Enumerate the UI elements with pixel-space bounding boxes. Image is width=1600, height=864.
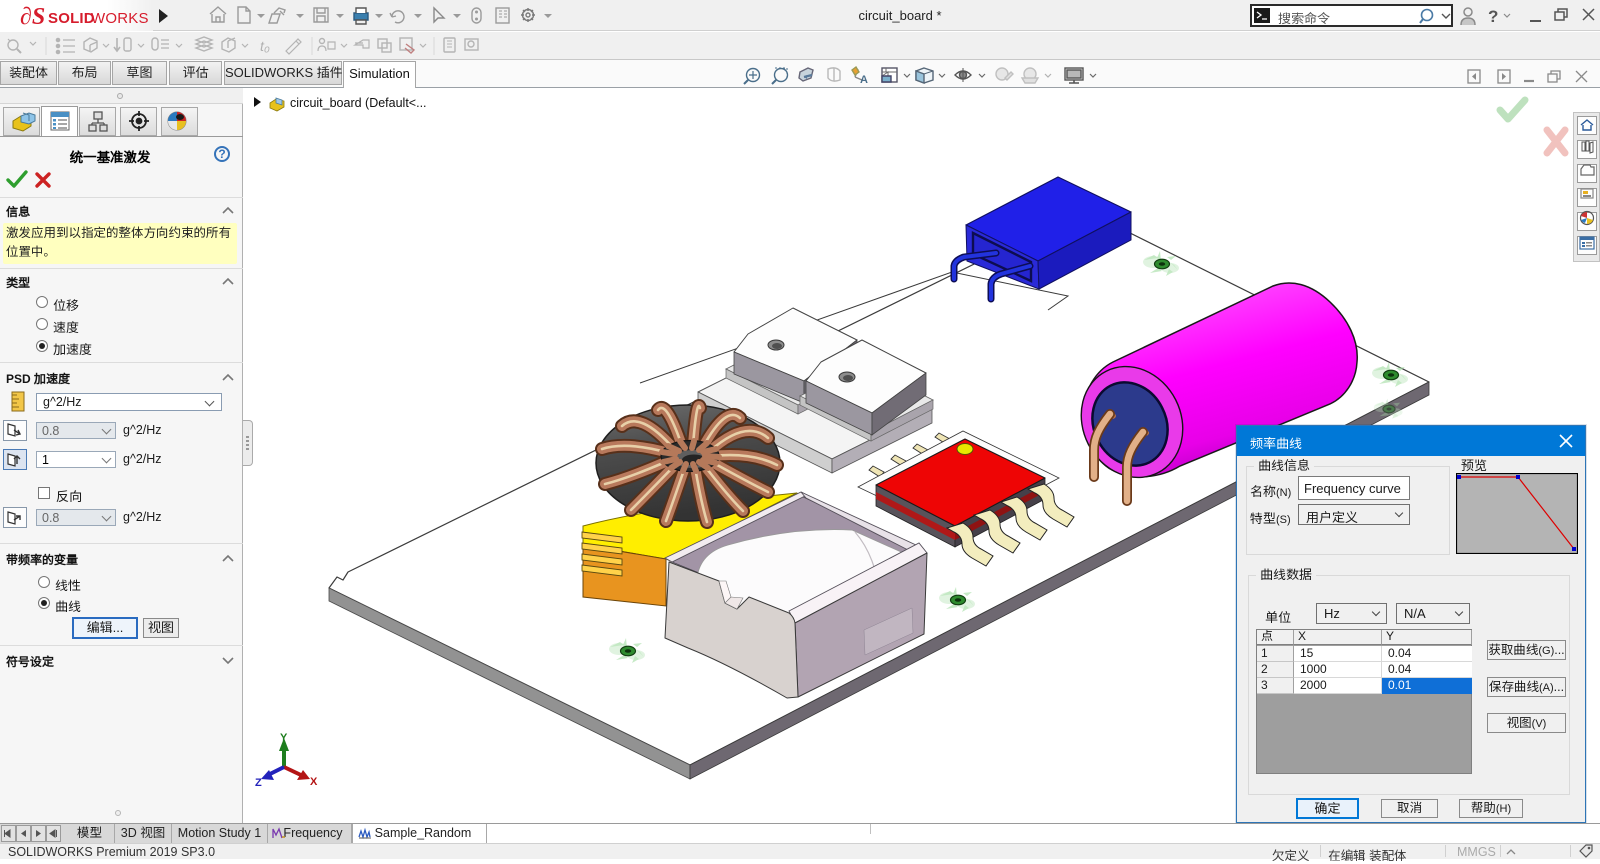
svg-text:SOLID: SOLID <box>48 10 95 27</box>
svg-text:X: X <box>310 776 318 788</box>
svg-text:Y: Y <box>280 732 288 744</box>
svg-text:A: A <box>860 74 868 86</box>
svg-text:Z: Z <box>255 777 262 789</box>
svg-text:∂S: ∂S <box>20 4 45 29</box>
svg-text:circuit_board (Default<...: circuit_board (Default<... <box>290 96 427 110</box>
svg-text:?: ? <box>1488 7 1498 26</box>
svg-text:t₀: t₀ <box>260 38 270 54</box>
svg-text:WORKS: WORKS <box>91 10 149 27</box>
